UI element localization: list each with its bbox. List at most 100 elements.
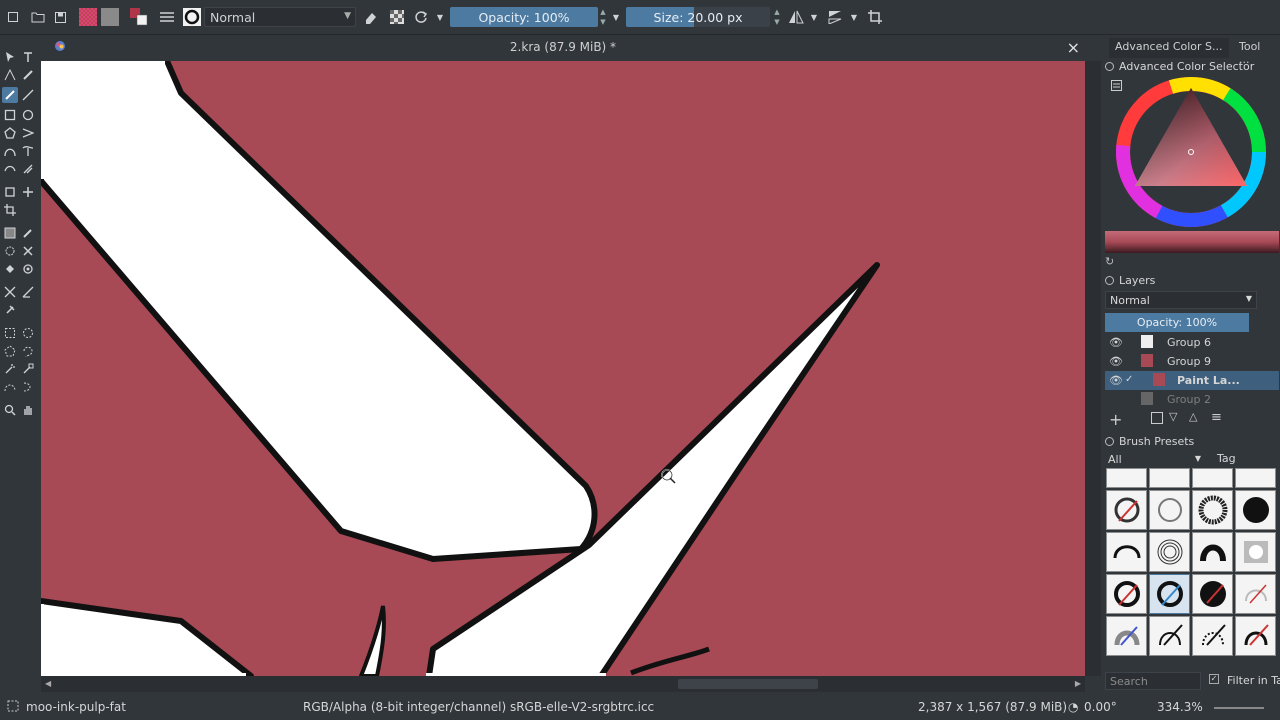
text-tool-icon[interactable] — [21, 50, 35, 64]
layer-row-selected[interactable]: 👁 ✓ Paint La... — [1105, 371, 1279, 390]
ellipse-tool-icon[interactable] — [21, 108, 35, 122]
scroll-right-icon[interactable]: ▶ — [1075, 679, 1081, 688]
size-spin-arrows[interactable]: ▲ ▼ — [772, 7, 782, 27]
brush-preset-tile[interactable] — [1235, 532, 1276, 572]
layer-row[interactable]: 👁 Group 6 — [1105, 333, 1279, 352]
freehand-path-tool-icon[interactable] — [21, 144, 35, 158]
layers-opacity-slider[interactable]: Opacity: 100% — [1105, 313, 1249, 332]
chevron-down-icon[interactable]: ▼ — [434, 7, 446, 27]
tab-advanced-color-selector[interactable]: Advanced Color S... — [1109, 38, 1229, 58]
brush-preset-tile[interactable] — [1192, 532, 1233, 572]
enclose-fill-tool-icon[interactable] — [21, 262, 35, 276]
reload-preset-icon[interactable] — [412, 7, 430, 27]
scroll-left-icon[interactable]: ◀ — [45, 679, 51, 688]
new-document-icon[interactable] — [6, 7, 20, 27]
dynamic-brush-tool-icon[interactable] — [3, 162, 17, 176]
visibility-eye-icon[interactable]: 👁 — [1109, 374, 1123, 387]
status-color-space[interactable]: RGB/Alpha (8-bit integer/channel) sRGB-e… — [303, 700, 654, 714]
edit-shapes-tool-icon[interactable] — [3, 68, 17, 82]
fg-bg-color-icon[interactable] — [128, 7, 150, 27]
brush-preset-tile[interactable] — [1192, 574, 1233, 614]
bezier-tool-icon[interactable] — [3, 144, 17, 158]
horizontal-scrollbar[interactable]: ◀ ▶ — [41, 676, 1085, 692]
eraser-icon[interactable] — [362, 7, 380, 27]
fill-tool-icon[interactable] — [3, 262, 17, 276]
blend-mode-select[interactable]: Normal ▼ — [204, 7, 356, 27]
brush-preset-tile[interactable] — [1235, 468, 1276, 488]
drawing-canvas[interactable] — [41, 61, 1085, 676]
similar-color-selection-icon[interactable] — [21, 362, 35, 376]
rectangle-tool-icon[interactable] — [3, 108, 17, 122]
chevron-down-icon[interactable]: ▼ — [808, 7, 820, 27]
pattern-icon[interactable] — [100, 7, 120, 27]
duplicate-layer-icon[interactable] — [1151, 412, 1163, 424]
float-docker-icon[interactable] — [1105, 62, 1114, 71]
line-tool-icon[interactable] — [21, 88, 35, 102]
brush-preset-tile[interactable] — [1106, 532, 1147, 572]
elliptical-selection-icon[interactable] — [21, 326, 35, 340]
brush-preset-tile[interactable] — [1149, 490, 1190, 530]
gradient-icon[interactable] — [78, 7, 98, 27]
layer-properties-icon[interactable]: ≡ — [1211, 410, 1222, 425]
save-icon[interactable] — [52, 7, 68, 27]
brush-preset-tile[interactable] — [1149, 532, 1190, 572]
assistant-tool-icon[interactable] — [3, 285, 17, 299]
colorize-mask-tool-icon[interactable] — [3, 244, 17, 258]
brush-filter-select[interactable]: All ▼ — [1105, 452, 1203, 468]
contiguous-selection-icon[interactable] — [3, 362, 17, 376]
vertical-scrollbar[interactable] — [1085, 61, 1101, 676]
chevron-down-icon[interactable]: ▼ — [610, 7, 622, 27]
freehand-brush-tool-icon[interactable] — [2, 87, 18, 103]
layer-row[interactable]: 👁 Group 9 — [1105, 352, 1279, 371]
alpha-lock-icon[interactable] — [388, 7, 406, 27]
crop-wrap-icon[interactable] — [866, 7, 884, 27]
layers-blend-mode-select[interactable]: Normal ▼ — [1105, 291, 1257, 309]
chevron-down-icon[interactable]: ▼ — [848, 7, 860, 27]
smart-patch-tool-icon[interactable] — [21, 244, 35, 258]
horizontal-scroll-thumb[interactable] — [678, 679, 818, 689]
brush-preset-tile[interactable] — [1192, 490, 1233, 530]
crop-tool-icon[interactable] — [3, 203, 17, 217]
brush-preset-tile[interactable] — [1106, 468, 1147, 488]
brush-preset-tile[interactable] — [1235, 574, 1276, 614]
refresh-color-icon[interactable]: ↻ — [1105, 255, 1114, 268]
calligraphy-tool-icon[interactable] — [21, 68, 35, 82]
brush-preset-tile[interactable] — [1106, 616, 1147, 656]
polygonal-selection-icon[interactable] — [3, 344, 17, 358]
brush-preset-tile-selected[interactable] — [1149, 574, 1190, 614]
brush-preset-tile[interactable] — [1149, 468, 1190, 488]
brush-settings-icon[interactable] — [158, 7, 176, 27]
magnetic-selection-icon[interactable] — [21, 380, 35, 394]
measure-tool-icon[interactable] — [21, 285, 35, 299]
multibrush-tool-icon[interactable] — [21, 162, 35, 176]
float-docker-icon[interactable] — [1105, 437, 1114, 446]
brush-preset-tile[interactable] — [1192, 616, 1233, 656]
rectangular-selection-icon[interactable] — [3, 326, 17, 340]
select-shapes-tool-icon[interactable] — [3, 50, 17, 64]
filter-in-tag-checkbox[interactable]: ✓ — [1209, 674, 1219, 684]
move-tool-icon[interactable] — [21, 185, 35, 199]
move-layer-down-icon[interactable]: ▽ — [1169, 410, 1177, 423]
opacity-slider[interactable]: Opacity: 100% — [450, 7, 598, 27]
reference-images-tool-icon[interactable] — [3, 303, 17, 317]
polyline-tool-icon[interactable] — [21, 126, 35, 140]
opacity-spin-arrows[interactable]: ▲ ▼ — [598, 7, 608, 27]
freehand-selection-icon[interactable] — [21, 344, 35, 358]
polygon-tool-icon[interactable] — [3, 126, 17, 140]
brush-preset-tile[interactable] — [1235, 490, 1276, 530]
size-slider[interactable]: Size: 20.00 px — [626, 7, 770, 27]
brush-preset-icon[interactable] — [182, 7, 202, 27]
mirror-vertical-icon[interactable] — [826, 7, 846, 27]
zoom-slider[interactable] — [1214, 707, 1264, 709]
pan-tool-icon[interactable] — [21, 403, 35, 417]
close-document-icon[interactable]: × — [1067, 38, 1080, 57]
visibility-eye-icon[interactable]: 👁 — [1109, 355, 1123, 368]
zoom-tool-icon[interactable] — [3, 403, 17, 417]
open-folder-icon[interactable] — [30, 7, 46, 27]
color-history-strip[interactable] — [1105, 231, 1279, 253]
gradient-tool-icon[interactable] — [3, 226, 17, 240]
mirror-horizontal-icon[interactable] — [786, 7, 806, 27]
brush-preset-tile[interactable] — [1106, 574, 1147, 614]
tag-button[interactable]: Tag — [1217, 452, 1236, 465]
transform-tool-icon[interactable] — [3, 185, 17, 199]
